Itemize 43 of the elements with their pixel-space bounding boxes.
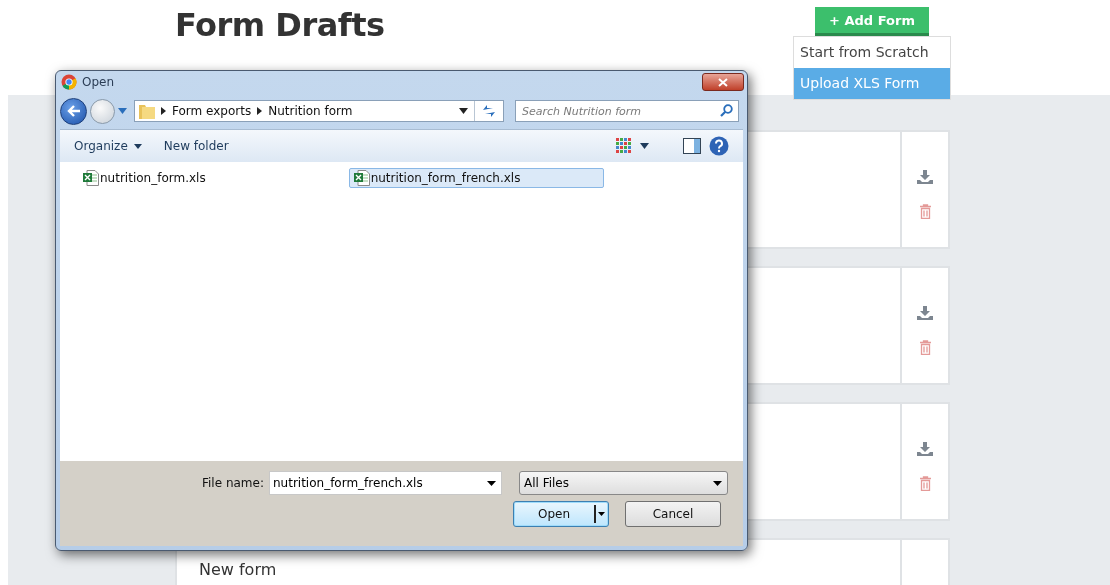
trash-icon[interactable]: [918, 340, 932, 355]
download-icon[interactable]: [917, 170, 933, 184]
caret-icon: [712, 480, 722, 486]
back-button[interactable]: [60, 97, 87, 125]
view-grid-icon[interactable]: [616, 138, 632, 154]
page-title: Form Drafts: [175, 6, 385, 44]
folder-icon: [139, 103, 155, 119]
breadcrumb[interactable]: Form exports: [172, 104, 252, 118]
back-arrow-icon: [66, 105, 81, 117]
form-title: New form: [199, 560, 278, 579]
address-bar[interactable]: Form exports Nutrition form: [134, 100, 504, 122]
file-item[interactable]: nutrition_form_french.xls: [348, 168, 604, 188]
chevron-icon: [257, 107, 263, 115]
download-icon[interactable]: [917, 442, 933, 456]
refresh-icon[interactable]: [481, 104, 497, 118]
chevron-icon: [161, 107, 166, 115]
search-icon: [720, 104, 733, 117]
caret-icon[interactable]: [640, 143, 649, 149]
help-icon[interactable]: [709, 136, 729, 156]
menu-item[interactable]: Start from Scratch: [794, 37, 950, 68]
file-name-field[interactable]: nutrition_form_french.xls: [268, 471, 502, 495]
download-icon[interactable]: [917, 306, 933, 320]
browser-icon: [61, 74, 77, 90]
file-item[interactable]: nutrition_form.xls: [78, 168, 211, 188]
caret-icon: [597, 512, 605, 516]
organize-button[interactable]: Organize: [70, 137, 146, 155]
preview-pane-icon[interactable]: [683, 138, 701, 154]
spreadsheet-icon: [353, 170, 370, 186]
trash-icon[interactable]: [918, 204, 932, 219]
open-button[interactable]: Open: [513, 501, 609, 527]
spreadsheet-icon: [83, 170, 99, 186]
trash-icon[interactable]: [918, 476, 932, 491]
close-icon: [718, 77, 728, 87]
breadcrumb[interactable]: Nutrition form: [268, 104, 353, 118]
search-field[interactable]: Search Nutrition form: [515, 100, 739, 122]
caret-icon: [486, 481, 496, 486]
close-button[interactable]: [702, 73, 744, 91]
file-name-label: File name:: [202, 476, 264, 490]
caret-icon[interactable]: [459, 108, 468, 114]
cancel-button[interactable]: Cancel: [625, 501, 721, 527]
dialog-title: Open: [82, 75, 115, 89]
file-type-dropdown[interactable]: All Files: [518, 471, 728, 495]
new-folder-button[interactable]: New folder: [159, 137, 233, 155]
